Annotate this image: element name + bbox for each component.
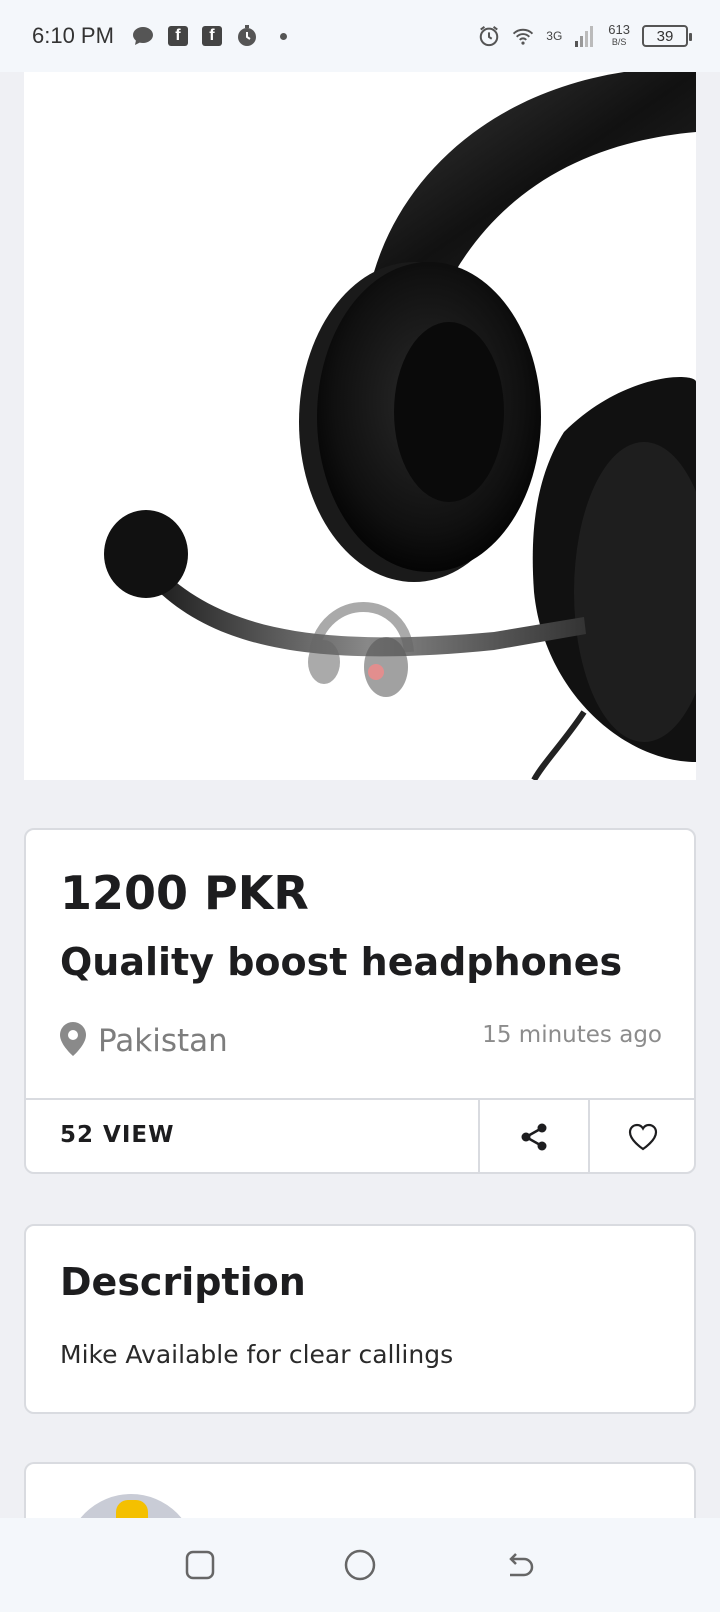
speed-value: 613 — [608, 22, 630, 37]
speed-unit: B/S — [611, 37, 627, 47]
product-title: Quality boost headphones — [60, 940, 623, 984]
status-right: 3G 613 B/S 39 — [478, 22, 692, 48]
product-location: Pakistan — [60, 1022, 228, 1060]
description-heading: Description — [60, 1260, 306, 1304]
alarm-icon — [478, 25, 500, 47]
recents-button[interactable] — [170, 1535, 230, 1595]
back-button[interactable] — [490, 1535, 550, 1595]
favorite-button[interactable] — [590, 1100, 696, 1174]
facebook-icon: f — [167, 26, 188, 46]
circle-icon — [344, 1549, 376, 1581]
status-bar: 6:10 PM f f 3G 613 B/S 39 — [0, 0, 720, 72]
location-pin-icon — [60, 1022, 86, 1060]
status-time: 6:10 PM — [32, 23, 114, 48]
chat-bubble-icon — [132, 25, 154, 47]
wifi-icon — [512, 25, 534, 47]
view-count: 52 VIEW — [60, 1122, 175, 1148]
product-info-card: 1200 PKR Quality boost headphones Pakist… — [24, 828, 696, 1174]
status-left: 6:10 PM f f — [32, 23, 287, 49]
signal-icon — [574, 25, 596, 47]
network-speed: 613 B/S — [608, 22, 630, 48]
square-icon — [185, 1550, 215, 1580]
posted-time: 15 minutes ago — [482, 1022, 662, 1048]
battery-level: 39 — [656, 27, 674, 45]
heart-icon — [628, 1123, 658, 1151]
battery-icon: 39 — [642, 25, 692, 47]
facebook-icon: f — [201, 26, 222, 46]
share-icon — [521, 1123, 547, 1151]
back-icon — [509, 1553, 534, 1577]
description-card: Description Mike Available for clear cal… — [24, 1224, 696, 1414]
network-type: 3G — [546, 29, 563, 43]
stopwatch-icon — [236, 25, 258, 47]
home-button[interactable] — [330, 1535, 390, 1595]
headphones-image-icon — [104, 72, 696, 780]
description-text: Mike Available for clear callings — [60, 1340, 454, 1369]
location-text: Pakistan — [98, 1023, 228, 1059]
share-button[interactable] — [480, 1100, 588, 1174]
product-price: 1200 PKR — [60, 866, 309, 920]
navigation-bar — [0, 1518, 720, 1612]
notification-dot-icon — [279, 32, 287, 40]
product-image[interactable] — [24, 72, 696, 780]
